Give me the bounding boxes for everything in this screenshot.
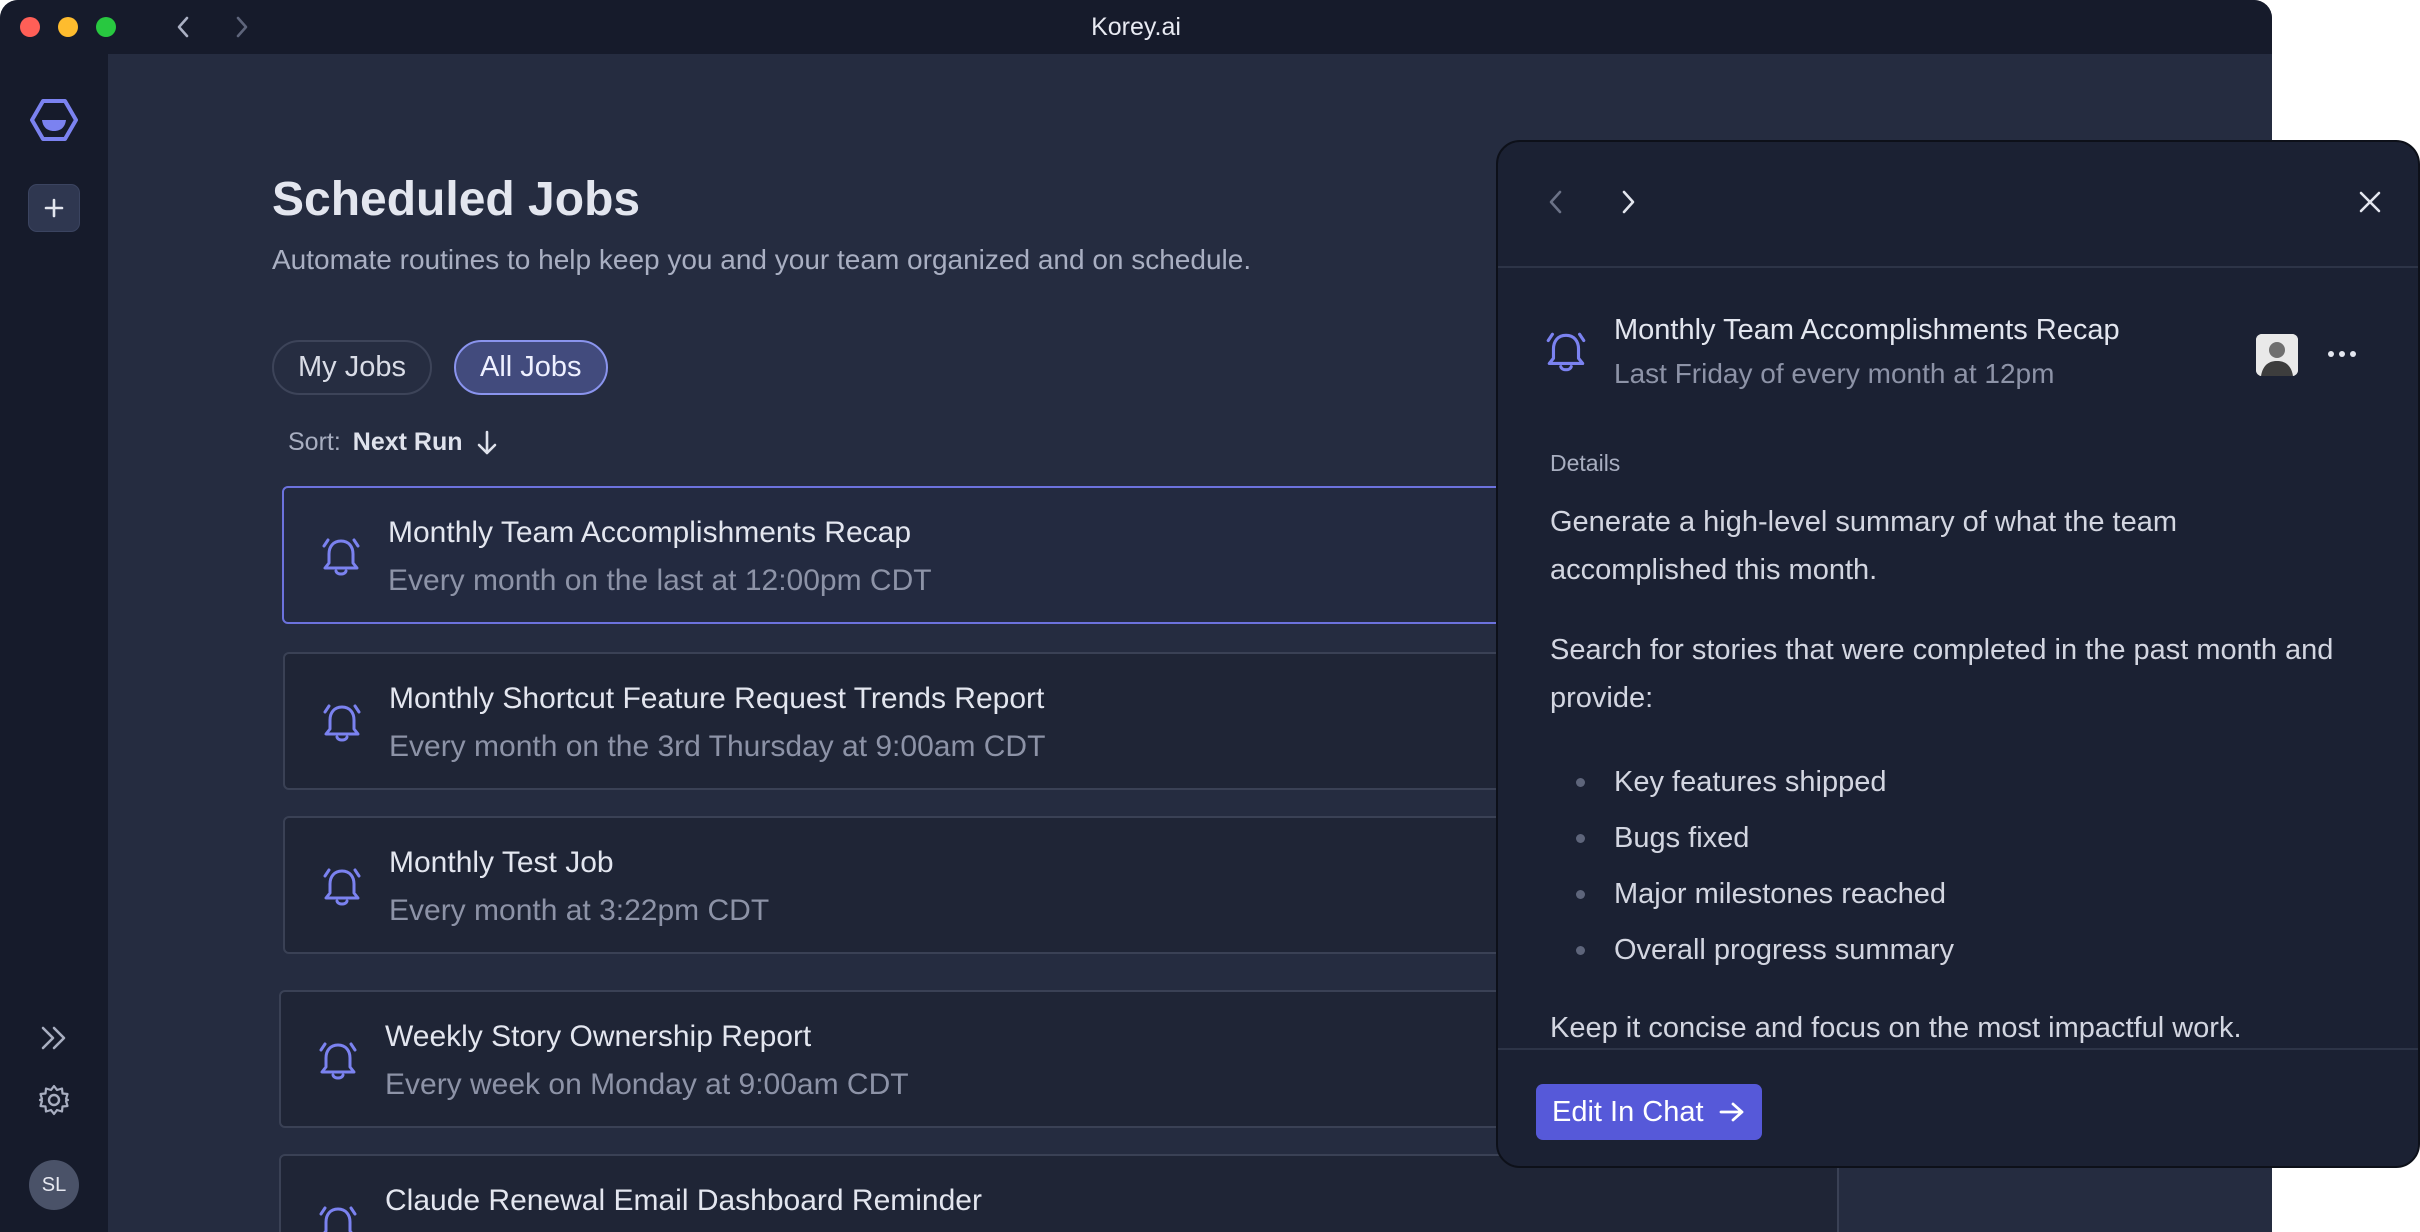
description-paragraph: Keep it concise and focus on the most im… [1550,1012,2242,1044]
title-bar: Korey.ai [0,0,2272,54]
bell-icon [323,868,361,906]
person-icon [2256,334,2298,376]
panel-footer: Edit In Chat [1498,1048,2418,1166]
job-title: Monthly Shortcut Feature Request Trends … [389,682,1045,715]
bell-icon [322,538,360,576]
chevron-left-icon [1549,190,1562,214]
job-title: Monthly Team Accomplishments Recap [388,516,912,549]
bell-icon [1546,332,1586,372]
close-panel-button[interactable] [2350,182,2390,222]
description-paragraph: Search for stories that were completed i… [1550,634,2334,714]
description-paragraph: Generate a high-level summary of what th… [1550,506,2178,586]
bell-icon [319,1206,357,1232]
window-title: Korey.ai [1091,13,1181,41]
list-item: Bugs fixed [1550,810,2350,866]
sidebar: SL [0,54,108,1232]
panel-header [1498,142,2418,268]
panel-job-title: Monthly Team Accomplishments Recap [1614,314,2120,346]
arrow-down-icon [477,430,496,454]
ellipsis-icon [2328,351,2356,357]
page-title: Scheduled Jobs [272,173,641,226]
job-schedule: Every month on the last at 12:00pm CDT [388,564,932,597]
plus-icon [44,198,64,218]
previous-job-button[interactable] [1536,182,1576,222]
page-subtitle: Automate routines to help keep you and y… [272,244,1252,275]
sort-value: Next Run [352,428,463,456]
panel-job-schedule: Last Friday of every month at 12pm [1614,358,2055,389]
job-schedule: Every month at 3:22pm CDT [389,894,770,927]
edit-in-chat-button[interactable]: Edit In Chat [1536,1084,1762,1140]
new-item-button[interactable] [28,184,80,232]
user-avatar[interactable]: SL [29,1160,79,1210]
job-details-panel: Monthly Team Accomplishments Recap Last … [1496,140,2420,1168]
chevron-right-icon [1622,190,1635,214]
list-item: Key features shipped [1550,754,2350,810]
next-job-button[interactable] [1608,182,1648,222]
description-list: Key features shipped Bugs fixed Major mi… [1550,754,2350,978]
more-options-button[interactable] [2322,338,2362,370]
filter-my-jobs[interactable]: My Jobs [272,340,432,395]
job-title: Weekly Story Ownership Report [385,1020,812,1053]
sort-label: Sort: [288,428,341,456]
job-schedule: Every month on the 3rd Thursday at 9:00a… [389,730,1046,763]
filter-all-jobs[interactable]: All Jobs [454,340,608,395]
korey-logo-icon[interactable] [28,94,80,146]
details-label: Details [1550,450,1621,476]
job-title: Monthly Test Job [389,846,614,879]
gear-icon[interactable] [36,1082,72,1118]
owner-avatar[interactable] [2256,334,2298,376]
double-chevron-right-icon[interactable] [36,1020,72,1056]
edit-in-chat-label: Edit In Chat [1552,1095,1704,1128]
arrow-right-icon [1719,1102,1743,1122]
sort-control[interactable]: Sort: Next Run [288,428,499,457]
list-item: Major milestones reached [1550,866,2350,922]
close-icon [2359,191,2381,213]
job-schedule: Every week on Monday at 9:00am CDT [385,1068,909,1101]
bell-icon [319,1042,357,1080]
job-description: Generate a high-level summary of what th… [1550,498,2350,1084]
list-item: Overall progress summary [1550,922,2350,978]
bell-icon [323,704,361,742]
job-title: Claude Renewal Email Dashboard Reminder [385,1184,982,1217]
